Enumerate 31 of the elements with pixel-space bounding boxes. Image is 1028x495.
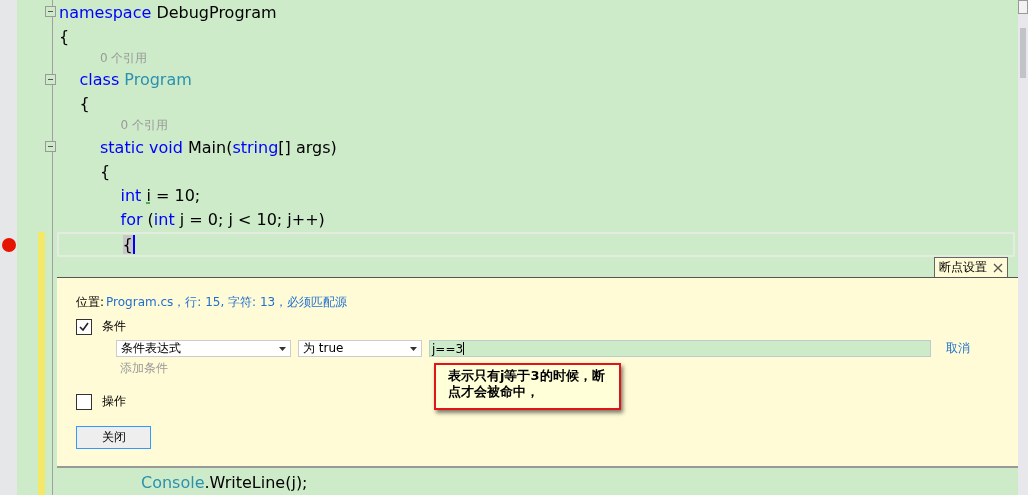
code-line: int i = 10; (120, 186, 201, 206)
caret-icon (279, 346, 286, 351)
code-line: { (79, 94, 90, 114)
code-line: for (int j = 0; j < 10; j++) (120, 210, 325, 230)
location-label: 位置: (76, 294, 105, 312)
close-button[interactable]: 关闭 (76, 426, 151, 450)
code-line: class Program (79, 70, 192, 90)
checkbox-label: 操作 (102, 393, 126, 411)
dropdown[interactable]: 为 true (298, 340, 422, 358)
cancel-link[interactable]: 取消 (946, 340, 970, 358)
checkbox-label: 条件 (102, 318, 126, 336)
code-line: { (100, 162, 111, 182)
code-line: static void Main(string[] args) (100, 137, 337, 157)
collapse-icon[interactable] (45, 73, 56, 85)
breakpoint-settings-tab[interactable]: 断点设置 (934, 257, 1008, 278)
checkbox[interactable] (76, 393, 92, 410)
scrollbar[interactable] (1018, 0, 1028, 495)
collapse-icon[interactable] (45, 6, 56, 18)
checkbox[interactable] (76, 318, 92, 335)
annotation-callout: 表示只有j等于3的时候，断点才会被命中， (434, 363, 621, 411)
expression-field[interactable]: j==3 (429, 340, 931, 358)
close-icon[interactable] (993, 262, 1003, 273)
code-line: { (59, 26, 70, 46)
caret-icon (410, 346, 417, 351)
location-link[interactable]: Program.cs，行: 15, 字符: 13，必须匹配源 (106, 294, 348, 312)
collapse-icon[interactable] (45, 141, 56, 153)
check-icon (78, 320, 90, 333)
code-line: Console.WriteLine(j); (141, 473, 308, 493)
breakpoint-dot[interactable] (1, 237, 16, 252)
dropdown[interactable]: 条件表达式 (116, 340, 291, 358)
code-line: namespace DebugProgram (59, 2, 277, 22)
